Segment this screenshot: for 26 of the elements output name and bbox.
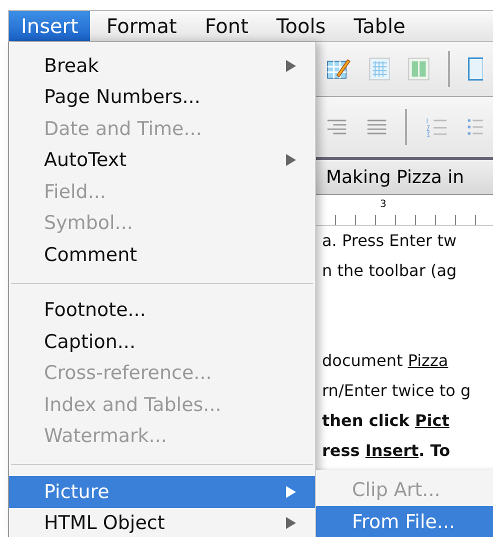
document-title: Making Pizza in	[326, 166, 464, 188]
menu-bar-item[interactable]: Tools	[264, 11, 338, 41]
menu-item[interactable]: Picture	[9, 476, 315, 508]
menu-item[interactable]: Page Numbers...	[9, 82, 315, 113]
document-text: document Pizza	[322, 350, 450, 372]
menu-bar-item[interactable]: Table	[342, 11, 418, 41]
menu-item[interactable]: Caption...	[9, 326, 315, 358]
document-text: rn/Enter twice to g	[322, 380, 472, 402]
submenu-arrow-icon	[285, 516, 297, 530]
submenu-arrow-icon	[285, 58, 297, 73]
document-text: a. Press Enter tw	[322, 230, 458, 252]
submenu-item[interactable]: From File...	[316, 506, 493, 537]
menu-bar-item[interactable]: Format	[94, 11, 189, 41]
submenu-arrow-icon	[285, 484, 297, 499]
menu-item[interactable]: Break	[9, 50, 315, 82]
menu-item[interactable]: AutoText	[9, 144, 315, 176]
menu-item[interactable]: Footnote...	[9, 294, 315, 326]
menu-bar-item[interactable]: Insert	[9, 11, 90, 41]
document-text: ress Insert. To	[322, 440, 452, 462]
document-text: n the toolbar (ag	[322, 260, 458, 282]
menu-item[interactable]: Comment	[9, 239, 315, 270]
submenu-arrow-icon	[285, 153, 297, 168]
document-text: then click Pict	[322, 410, 450, 432]
menu-bar-item[interactable]: Font	[192, 11, 260, 41]
ruler-number: 3	[380, 199, 386, 210]
menu-item[interactable]: HTML Object	[9, 508, 315, 537]
